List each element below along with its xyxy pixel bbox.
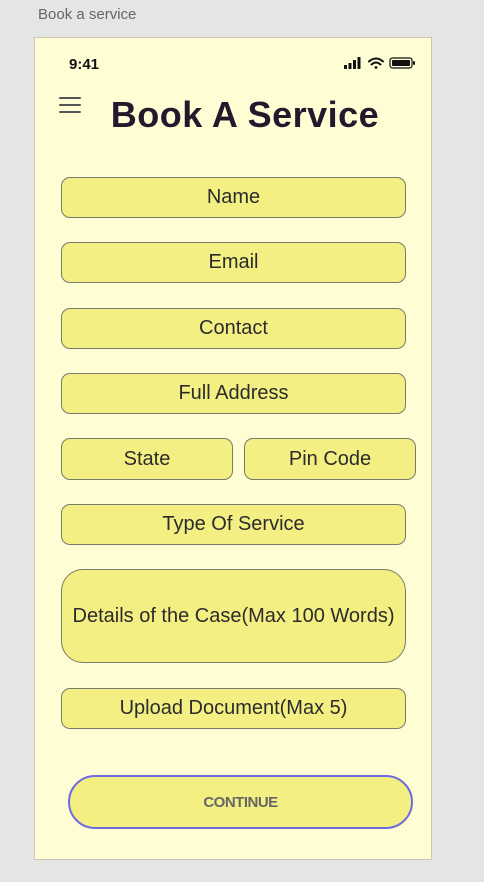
hamburger-menu-icon[interactable] [59,97,81,115]
battery-icon [389,57,415,69]
page-title: Book A Service [110,94,380,135]
phone-screen: 9:41 Book A Service Name Email Contact F… [34,37,432,860]
upload-document-field[interactable]: Upload Document(Max 5) [61,688,406,729]
status-icons [344,57,415,69]
artboard-label: Book a service [38,6,137,23]
name-field[interactable]: Name [61,177,406,218]
continue-button[interactable]: CONTINUE [68,775,413,829]
wifi-icon [368,57,384,69]
case-details-field[interactable]: Details of the Case(Max 100 Words) [61,569,406,663]
status-time: 9:41 [69,56,100,73]
email-field[interactable]: Email [61,242,406,283]
state-field[interactable]: State [61,438,233,480]
contact-field[interactable]: Contact [61,308,406,349]
signal-icon [344,57,361,69]
service-type-field[interactable]: Type Of Service [61,504,406,545]
pin-code-field[interactable]: Pin Code [244,438,416,480]
full-address-field[interactable]: Full Address [61,373,406,414]
